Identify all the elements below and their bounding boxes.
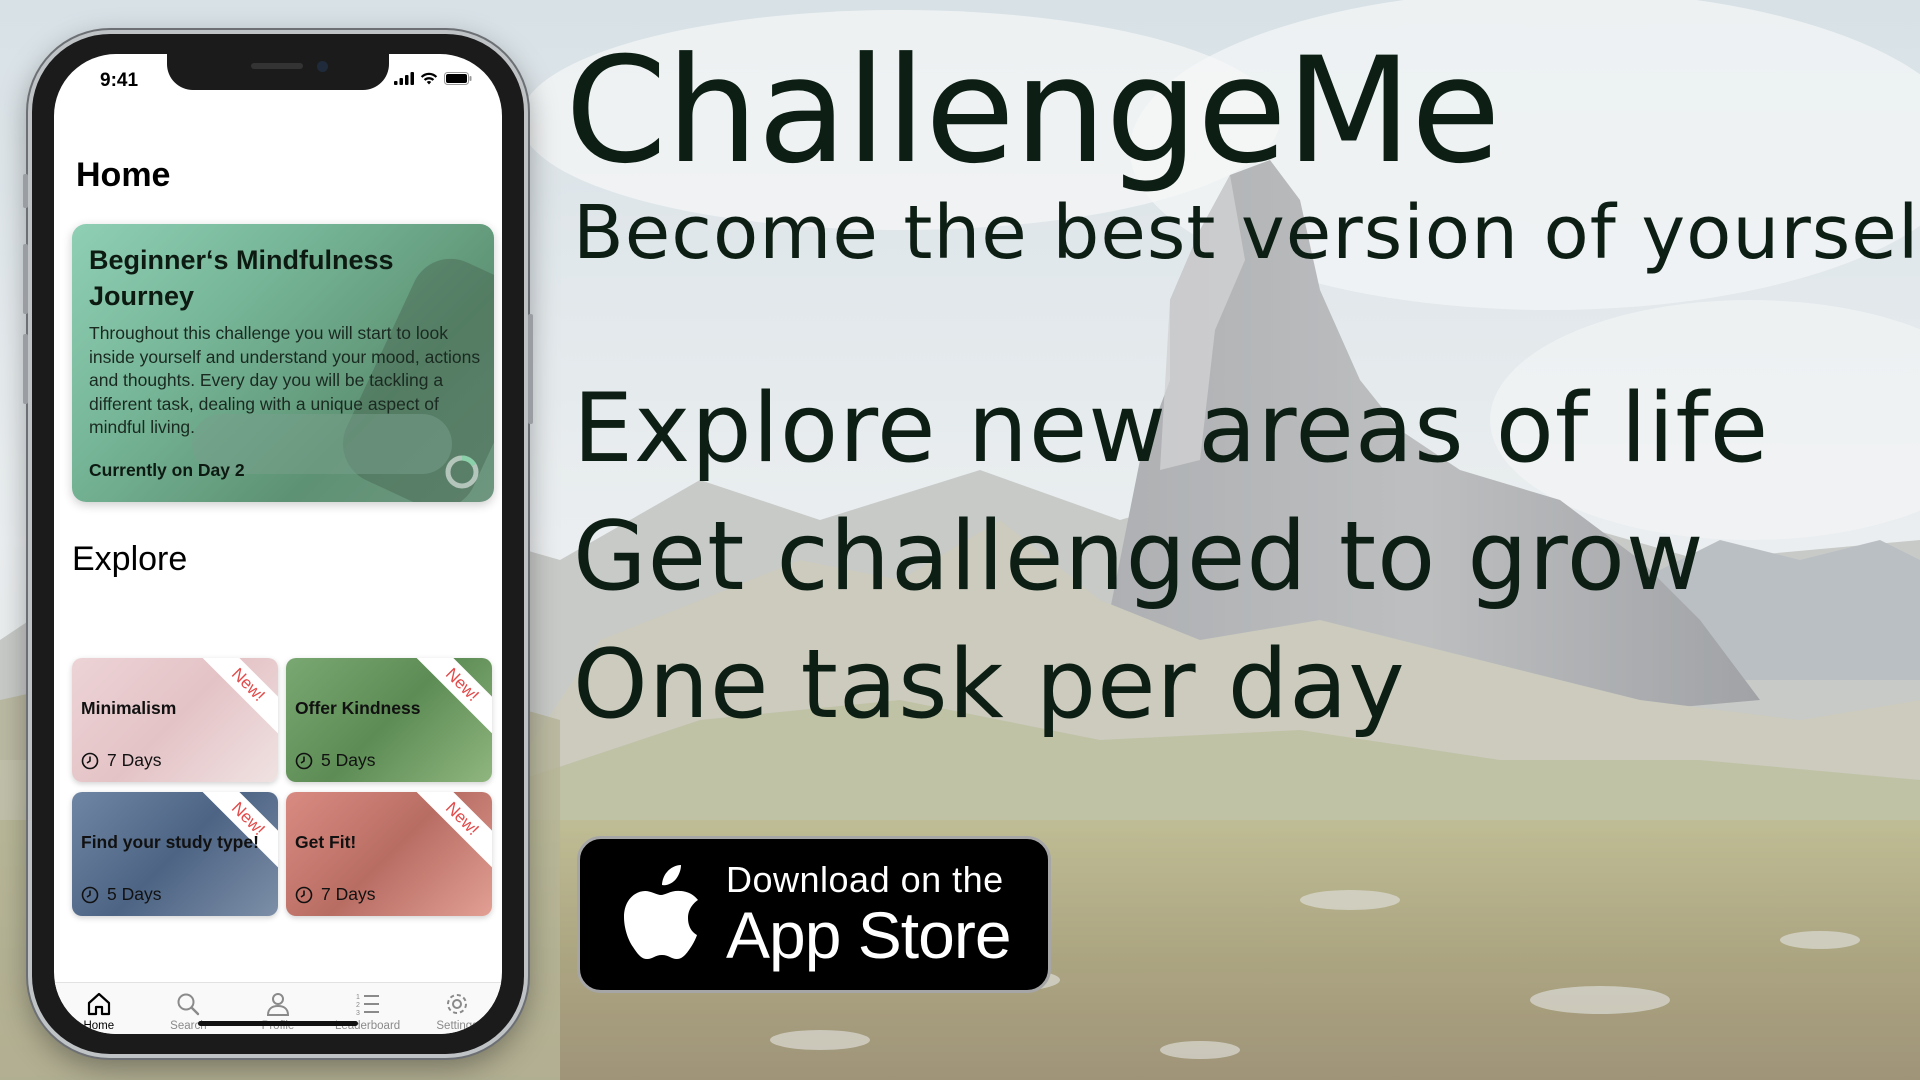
- tab-leaderboard[interactable]: 123 Leaderboard: [323, 983, 413, 1034]
- mute-switch: [23, 174, 28, 208]
- badge-line2: App Store: [726, 897, 1012, 972]
- featured-challenge-title: Beginner‘s Mindfulness Journey: [89, 245, 394, 311]
- tab-home[interactable]: Home: [54, 983, 144, 1034]
- featured-challenge-description: Throughout this challenge you will start…: [89, 323, 481, 437]
- feature-item: Explore new areas of life: [573, 374, 1770, 484]
- clock-icon: [295, 886, 313, 903]
- progress-ring-icon: [445, 455, 479, 489]
- gear-icon: [447, 994, 468, 1014]
- challenge-tile-get-fit[interactable]: New! Get Fit! 7 Days: [286, 792, 492, 916]
- badge-line1: Download on the: [726, 858, 1004, 900]
- challenge-tile-name: Minimalism: [81, 698, 177, 718]
- new-badge: New!: [410, 792, 492, 871]
- phone-screen: 9:41 Home Beginner‘s Mindfulness Journey…: [54, 54, 502, 1034]
- list-numbered-icon: 123: [356, 994, 379, 1017]
- status-time: 9:41: [100, 70, 139, 91]
- feature-list: Explore new areas of life Get challenged…: [573, 365, 1769, 749]
- challenge-tile-name: Offer Kindness: [295, 698, 421, 718]
- challenge-tile-minimalism[interactable]: New! Minimalism 7 Days: [72, 658, 278, 782]
- status-icons: [394, 72, 472, 85]
- challenge-tile-study-type[interactable]: New! Find your study type! 5 Days: [72, 792, 278, 916]
- challenge-duration: 5 Days: [107, 884, 162, 904]
- svg-text:1: 1: [356, 994, 360, 1001]
- tab-profile[interactable]: Profile: [233, 983, 323, 1034]
- house-icon: [87, 992, 110, 1016]
- volume-down-button: [23, 334, 28, 404]
- challenge-duration: 7 Days: [107, 750, 162, 770]
- tab-bar: Home Search Profile 123 Leaderboard Sett…: [54, 982, 502, 1034]
- challenge-tile-name: Get Fit!: [295, 832, 357, 852]
- signal-icon: [394, 72, 414, 85]
- challenge-tile-name: Find your study type!: [81, 832, 259, 852]
- tagline: Become the best version of yourself: [573, 190, 1920, 276]
- feature-item: Get challenged to grow: [573, 502, 1705, 612]
- challenge-tile-offer-kindness[interactable]: New! Offer Kindness 5 Days: [286, 658, 492, 782]
- tab-label: Home: [83, 1020, 115, 1032]
- svg-text:3: 3: [356, 1010, 360, 1017]
- wifi-icon: [420, 72, 438, 85]
- feature-item: One task per day: [573, 630, 1406, 740]
- power-button: [528, 314, 533, 424]
- person-icon: [266, 993, 289, 1016]
- volume-up-button: [23, 244, 28, 314]
- new-badge: New!: [410, 658, 492, 737]
- clock-icon: [81, 752, 99, 769]
- search-icon: [177, 993, 200, 1016]
- svg-text:2: 2: [356, 1002, 360, 1009]
- app-store-download-button[interactable]: Download on the App Store: [577, 836, 1051, 993]
- app-name-title: ChallengeMe: [565, 26, 1501, 196]
- challenge-duration: 7 Days: [321, 884, 376, 904]
- home-indicator: [198, 1021, 358, 1026]
- tab-search[interactable]: Search: [144, 983, 234, 1034]
- clock-icon: [295, 752, 313, 769]
- challenge-progress-text: Currently on Day 2: [89, 460, 245, 480]
- page-title: Home: [76, 156, 171, 194]
- explore-section-title: Explore: [72, 540, 188, 578]
- notch: [167, 54, 389, 90]
- tab-settings[interactable]: Settings: [412, 983, 502, 1034]
- challenge-duration: 5 Days: [321, 750, 376, 770]
- new-badge: New!: [196, 658, 278, 737]
- apple-logo-icon: [624, 864, 698, 959]
- battery-icon: [444, 72, 472, 85]
- tab-label: Settings: [436, 1020, 478, 1032]
- featured-challenge-card[interactable]: Beginner‘s Mindfulness Journey Throughou…: [72, 224, 494, 502]
- clock-icon: [81, 886, 99, 903]
- phone-mockup: 9:41 Home Beginner‘s Mindfulness Journey…: [23, 30, 533, 1058]
